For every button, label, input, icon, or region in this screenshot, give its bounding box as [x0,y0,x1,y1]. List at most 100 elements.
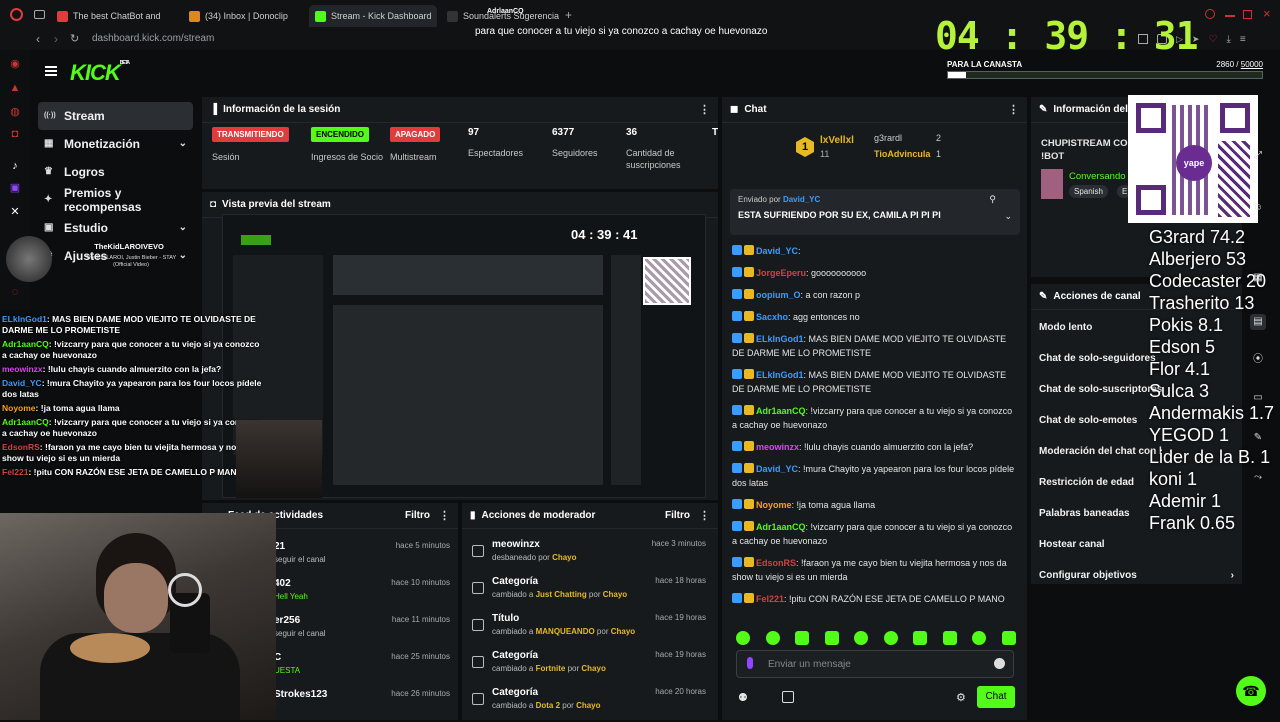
share-icon[interactable]: ⤳ [1250,470,1266,486]
chat-store-icon[interactable] [782,691,794,703]
chat-message[interactable]: Fel221: !pitu CON RAZÓN ESE JETA DE CAME… [732,592,1017,606]
gear-icon[interactable]: ⚙ [956,691,966,704]
download-icon[interactable]: ⤓ [1226,34,1230,46]
emoji-icon[interactable] [994,658,1005,669]
chevron-right-icon[interactable]: › [1231,570,1234,581]
hamburger-menu-icon[interactable] [45,66,57,76]
chat-input[interactable]: Enviar un mensaje [736,650,1014,678]
activity-item[interactable]: 402 Hell Yeah hace 10 minutos [270,574,458,611]
chat-username[interactable]: Noyome [756,500,792,510]
chat-message[interactable]: ELkInGod1: MAS BIEN DAME MOD VIEJITO TE … [732,332,1017,360]
rail-twitch-icon[interactable]: ▣ [9,182,21,194]
new-tab-button[interactable]: + [565,8,572,22]
emote-icon[interactable] [972,631,987,645]
nav-item-money[interactable]: ▦ Monetización ⌄ [38,130,193,158]
window-maximize-button[interactable] [1243,10,1252,19]
chat-settings-icon[interactable]: ⚉ [738,691,748,704]
chat-message[interactable]: JorgeEperu: goooooooooo [732,266,1017,280]
pinned-message[interactable]: Enviado por David_YC ESTA SUFRIENDO POR … [730,189,1020,235]
mod-action-item[interactable]: Título cambiado a MANQUEANDO por Chayo hac… [462,609,718,646]
emote-icon[interactable] [765,631,780,645]
chevron-down-icon[interactable]: ⌄ [179,222,187,233]
chat-username[interactable]: David_YC [756,246,798,256]
emote-icon[interactable] [883,631,898,645]
chat-message[interactable]: meowinzx: !lulu chayis cuando almuerzito… [732,440,1017,454]
emote-icon[interactable] [942,631,957,645]
browser-tab[interactable]: Stream - Kick Dashboard [309,5,437,27]
activity-filter-button[interactable]: Filtro [405,510,430,521]
activity-item[interactable]: er256 seguir el canal hace 11 minutos [270,611,458,648]
nav-item-stream[interactable]: ((·)) Stream [38,102,193,130]
chat-message[interactable]: Noyome: !ja toma agua llama [732,498,1017,512]
chat-username[interactable]: Adr1aanCQ [756,522,806,532]
wrench-icon[interactable]: ✎ [1250,430,1266,446]
second-gifter-name[interactable]: g3rardl [874,133,902,143]
chat-username[interactable]: Adr1aanCQ [756,406,806,416]
rail-instagram-icon[interactable]: ◘ [9,128,21,140]
rail-x-icon[interactable]: ✕ [9,206,21,218]
mod-action-item[interactable]: Categoría cambiado a Fortnite por Chayo ha… [462,646,718,683]
chat-bubble-icon[interactable]: ▤ [1250,314,1266,330]
chat-message[interactable]: EdsonRS: !faraon ya me cayo bien tu viej… [732,556,1017,584]
mod-action-item[interactable]: Categoría cambiado a Dota 2 por Chayo hace… [462,683,718,720]
help-button[interactable]: ☎ [1236,676,1266,706]
chat-username[interactable]: meowinzx [756,442,799,452]
broadcast-icon[interactable]: ⦿ [1250,352,1266,368]
emote-icon[interactable] [824,631,839,645]
window-search-icon[interactable] [1205,9,1215,19]
activity-item[interactable]: C UESTA hace 25 minutos [270,648,458,685]
mod-filter-button[interactable]: Filtro [665,510,690,521]
chat-message[interactable]: David_YC: !mura Chayito ya yapearon para… [732,462,1017,490]
chat-message[interactable]: Sacxho: agg entonces no [732,310,1017,324]
mod-action-item[interactable]: meowinzx desbaneado por Chayo hace 3 minut… [462,535,718,572]
mod-action-item[interactable]: Categoría cambiado a Just Chatting por Ch… [462,572,718,609]
nav-item-gift[interactable]: ✦ Premios y recompensas [38,186,193,214]
emote-icon[interactable] [1001,631,1016,645]
chat-message[interactable]: David_YC: [732,244,1017,258]
emote-icon[interactable] [736,631,750,645]
activity-item[interactable]: Strokes123 hace 26 minutos [270,685,458,722]
menu-icon[interactable]: ≡ [1240,34,1246,46]
window-minimize-button[interactable] [1225,15,1235,17]
browser-tab[interactable]: (34) Inbox | Donoclip [183,5,307,27]
url-field[interactable]: dashboard.kick.com/stream [92,33,214,44]
rail-settings-icon[interactable]: ◌ [9,286,21,298]
chat-username[interactable]: oopium_O [756,290,801,300]
chat-username[interactable]: ELkInGod1 [756,370,804,380]
chat-username[interactable]: JorgeEperu [756,268,806,278]
third-gifter-name[interactable]: TioAdvincula [874,149,930,159]
pin-icon[interactable]: ⚲ [989,194,996,205]
chat-username[interactable]: Sacxho [756,312,788,322]
grid-icon[interactable]: ▦ [1250,270,1266,286]
emote-icon[interactable] [854,631,869,645]
send-chat-button[interactable]: Chat [977,686,1015,708]
chat-username[interactable]: Fel221 [756,594,784,604]
pinned-expand-icon[interactable]: ⌄ [1004,211,1012,222]
emote-icon[interactable]: ☺ [1250,200,1266,216]
emote-icon[interactable] [913,631,928,645]
chat-message[interactable]: ELkInGod1: MAS BIEN DAME MOD VIEJITO TE … [732,368,1017,396]
chat-username[interactable]: EdsonRS [756,558,796,568]
document-icon[interactable]: ▭ [1250,390,1266,406]
session-more-icon[interactable]: ⋮ [699,103,710,116]
emote-icon[interactable] [795,631,810,645]
chat-username[interactable]: David_YC [756,464,798,474]
kick-logo[interactable]: KICKBETA [70,60,130,86]
window-close-button[interactable]: × [1263,6,1271,21]
tabs-icon[interactable] [34,10,45,19]
rail-messenger-icon[interactable]: ◍ [9,106,21,118]
mic-icon[interactable] [747,657,753,669]
chat-message[interactable]: Adr1aanCQ: !vizcarry para que conocer a … [732,520,1017,548]
top-gifter-name[interactable]: lxVellxl [820,135,854,146]
activity-more-icon[interactable]: ⋮ [439,509,450,522]
browser-tab[interactable]: The best ChatBot and [51,5,181,27]
opera-logo-icon[interactable] [10,8,23,21]
expand-icon[interactable]: ⤢ [1250,148,1266,164]
activity-item[interactable]: 21 seguir el canal hace 5 minutos [270,537,458,574]
forward-icon[interactable]: › [54,32,58,46]
chat-message[interactable]: oopium_O: a con razon p [732,288,1017,302]
mod-more-icon[interactable]: ⋮ [699,509,710,522]
back-icon[interactable]: ‹ [36,32,40,46]
chat-more-icon[interactable]: ⋮ [1008,103,1019,116]
chevron-down-icon[interactable]: ⌄ [179,138,187,149]
